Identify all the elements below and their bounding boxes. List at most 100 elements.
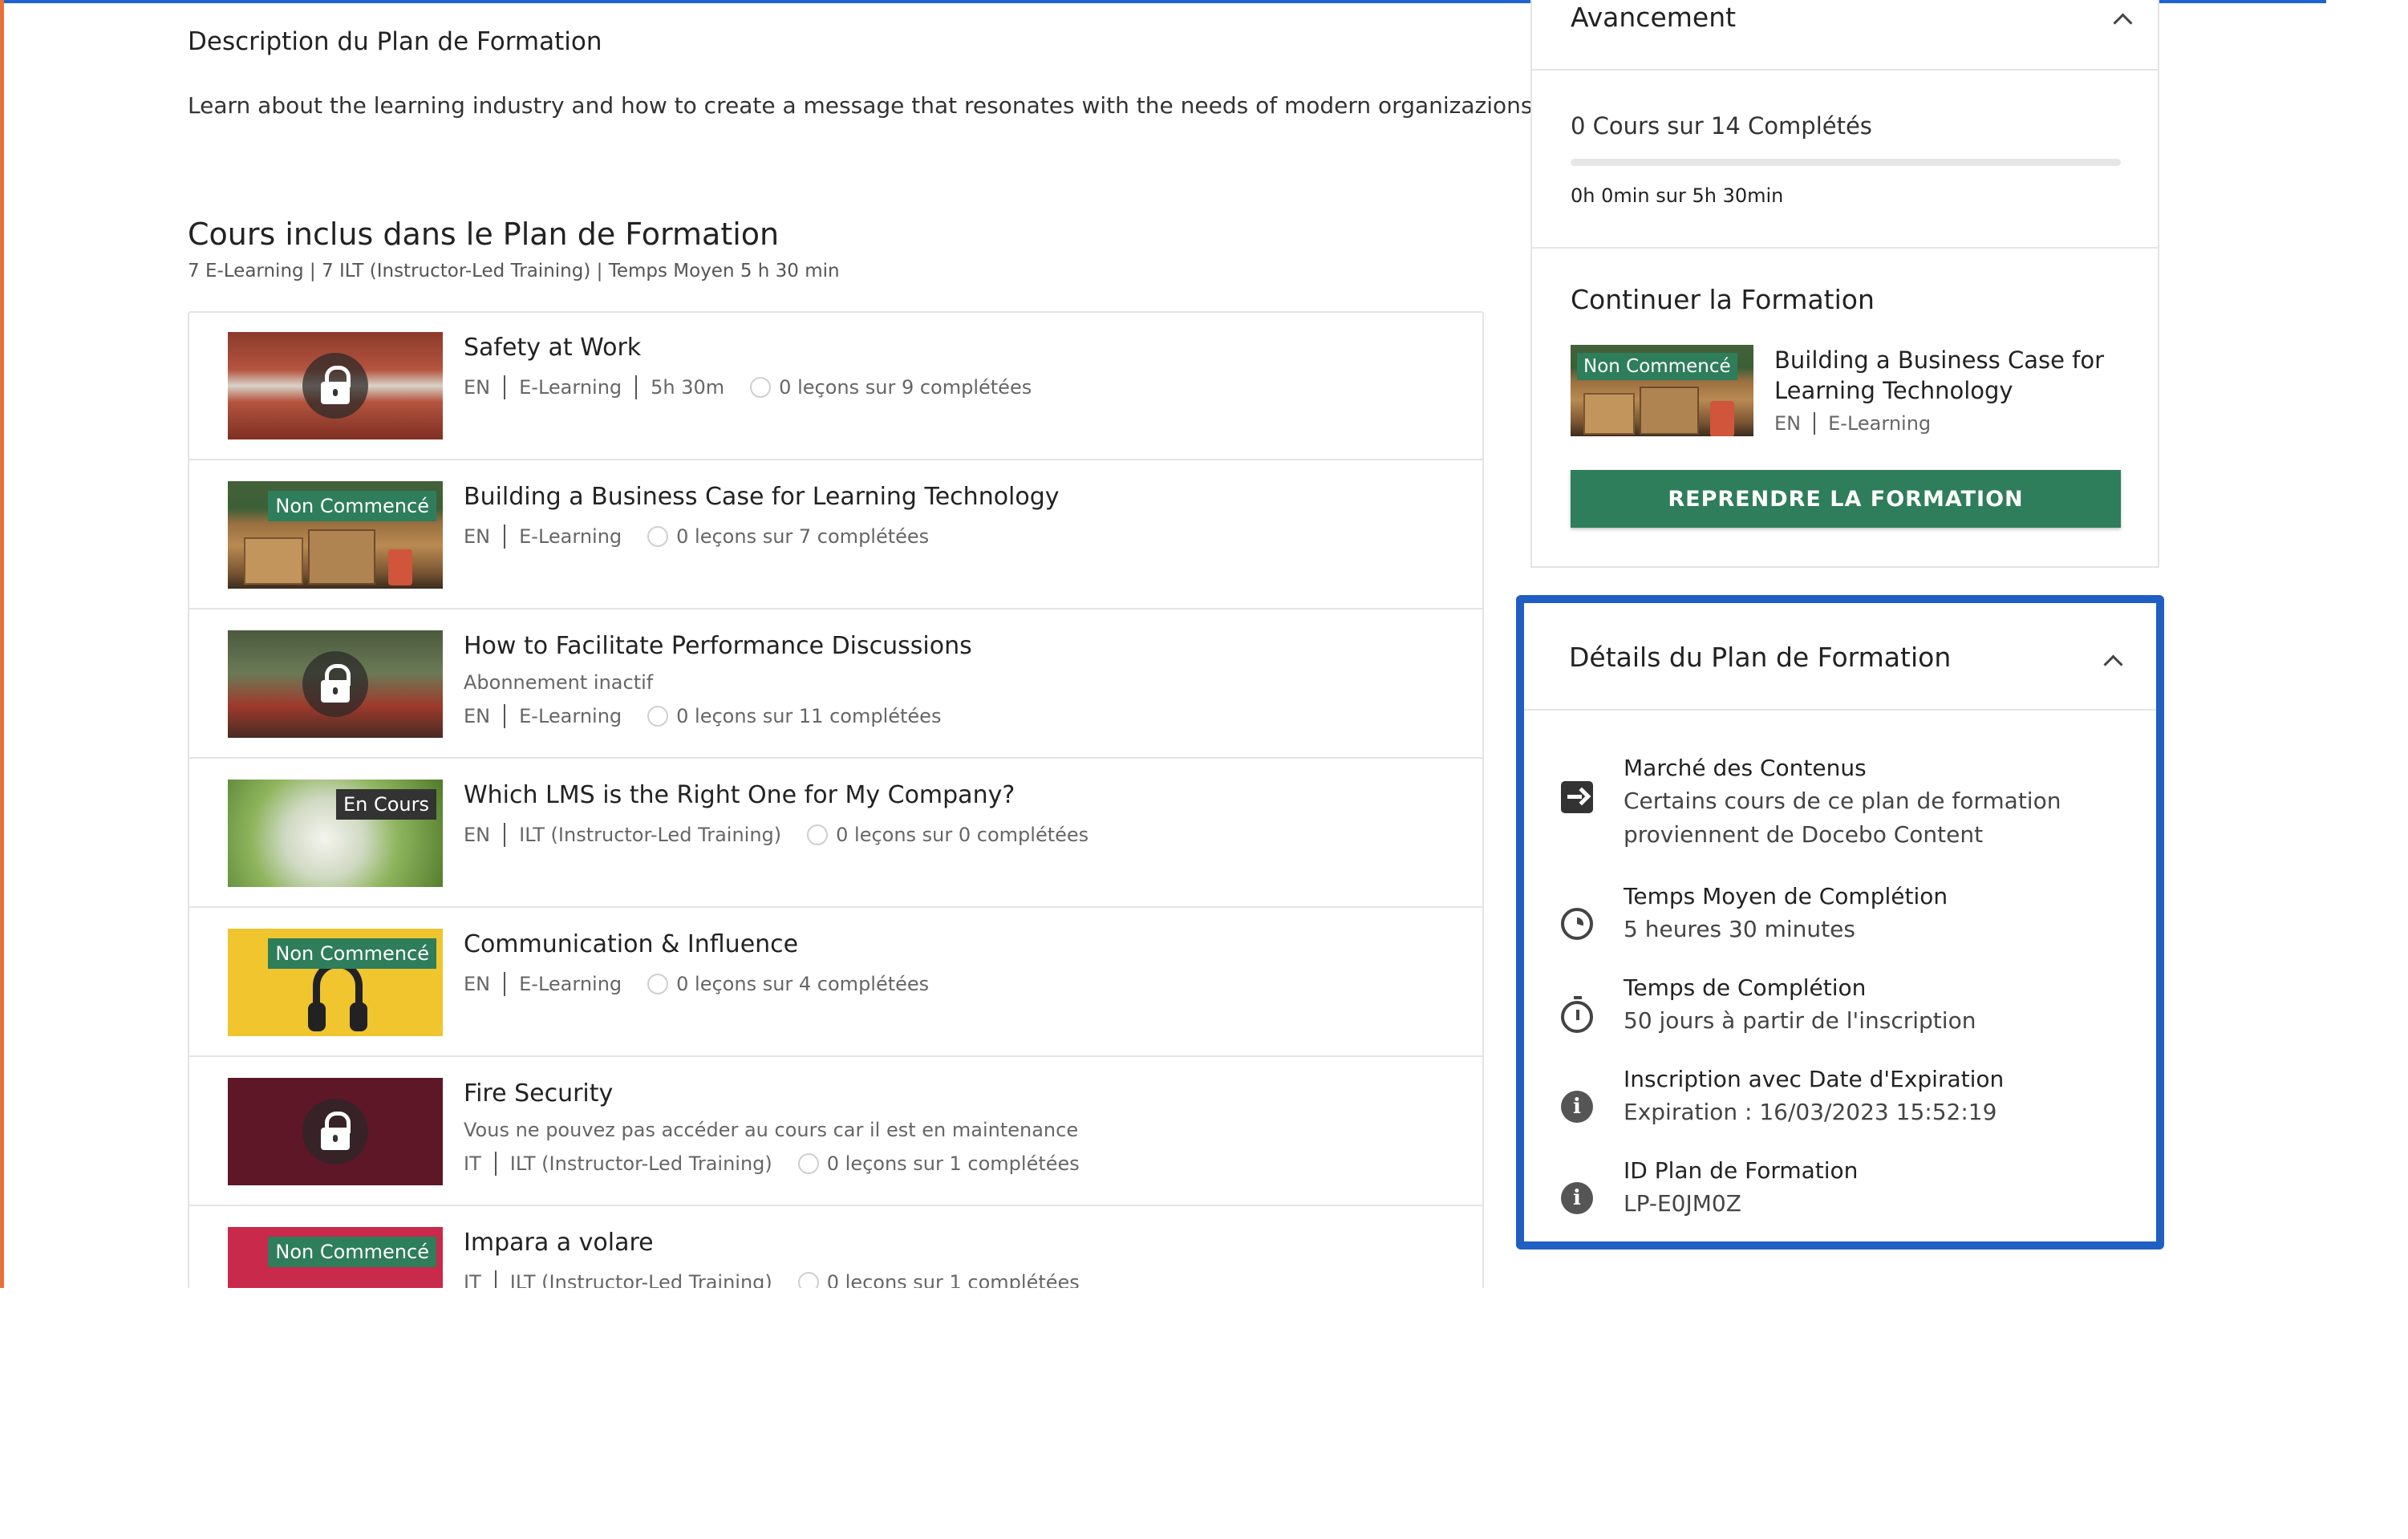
course-thumbnail[interactable]: Non Commencé <box>228 1227 443 1288</box>
detail-value: Expiration : 16/03/2023 15:52:19 <box>1624 1099 1997 1125</box>
course-title[interactable]: Communication & Influence <box>464 930 798 958</box>
status-badge: Non Commencé <box>268 491 436 521</box>
course-title[interactable]: Safety at Work <box>464 334 641 362</box>
course-meta: EN E-Learning 5h 30m 0 leçons sur 9 comp… <box>464 375 1032 399</box>
course-row-communication-influence[interactable]: Non Commencé Communication & Influence E… <box>189 909 1482 1057</box>
course-type: ILT (Instructor-Led Training) <box>519 824 782 846</box>
info-icon: i <box>1561 1091 1593 1123</box>
progress-circle-icon <box>797 1272 819 1288</box>
course-type: E-Learning <box>519 973 622 995</box>
detail-label: Temps de Complétion <box>1624 974 1867 1001</box>
progress-circle-icon <box>797 1153 819 1174</box>
continue-course-title[interactable]: Building a Business Case for Learning Te… <box>1774 345 2119 406</box>
course-type: E-Learning <box>1828 412 1932 435</box>
description-title: Description du Plan de Formation <box>188 27 602 56</box>
time-completed-text: 0h 0min sur 5h 30min <box>1571 184 1784 207</box>
detail-content-marketplace: Marché des Contenus Certains cours de ce… <box>1624 752 2061 852</box>
detail-value: LP-E0JM0Z <box>1624 1190 1741 1217</box>
course-thumbnail[interactable]: Non Commencé <box>228 481 443 589</box>
course-language: EN <box>1774 412 1802 435</box>
progress-bar <box>1571 159 2121 166</box>
card-divider <box>1532 247 2158 249</box>
meta-separator <box>635 375 638 399</box>
clock-icon <box>1561 908 1593 940</box>
course-lessons: 0 leçons sur 4 complétées <box>676 973 930 995</box>
course-language: EN <box>464 376 491 399</box>
detail-label: Inscription avec Date d'Expiration <box>1624 1066 2005 1092</box>
course-meta: EN E-Learning 0 leçons sur 7 complétées <box>464 524 929 549</box>
meta-separator <box>504 823 506 847</box>
course-lessons: 0 leçons sur 11 complétées <box>676 705 942 727</box>
progress-circle-icon <box>807 824 829 845</box>
courses-section-title: Cours inclus dans le Plan de Formation <box>188 217 780 252</box>
resume-training-button[interactable]: REPRENDRE LA FORMATION <box>1571 470 2121 528</box>
details-card-title: Détails du Plan de Formation <box>1569 642 1952 673</box>
course-title[interactable]: How to Facilitate Performance Discussion… <box>464 632 972 660</box>
info-icon: i <box>1561 1182 1593 1214</box>
course-note: Vous ne pouvez pas accéder au cours car … <box>464 1119 1079 1141</box>
course-type: ILT (Instructor-Led Training) <box>509 1152 772 1175</box>
course-language: EN <box>464 705 491 727</box>
course-type: E-Learning <box>519 705 622 727</box>
course-type: ILT (Instructor-Led Training) <box>509 1271 772 1288</box>
detail-value: 50 jours à partir de l'inscription <box>1624 1007 1976 1034</box>
course-language: EN <box>464 824 491 846</box>
description-text: Learn about the learning industry and ho… <box>188 92 1533 119</box>
course-row-which-lms[interactable]: En Cours Which LMS is the Right One for … <box>189 760 1482 908</box>
course-title[interactable]: Which LMS is the Right One for My Compan… <box>464 781 1015 809</box>
chevron-up-icon[interactable] <box>2113 13 2133 33</box>
course-meta: IT ILT (Instructor-Led Training) 0 leçon… <box>464 1152 1080 1176</box>
courses-completed-text: 0 Cours sur 14 Complétés <box>1571 112 1872 140</box>
course-row-business-case[interactable]: Non Commencé Building a Business Case fo… <box>189 462 1482 610</box>
course-language: EN <box>464 973 491 995</box>
course-note: Abonnement inactif <box>464 671 654 694</box>
course-thumbnail[interactable] <box>228 332 443 439</box>
course-thumbnail[interactable]: Non Commencé <box>228 929 443 1036</box>
course-thumbnail[interactable] <box>228 630 443 738</box>
course-language: IT <box>464 1152 481 1175</box>
course-lessons: 0 leçons sur 1 complétées <box>826 1152 1080 1175</box>
course-row-fire-security[interactable]: Fire Security Vous ne pouvez pas accéder… <box>189 1059 1482 1206</box>
detail-completion-time: Temps de Complétion 50 jours à partir de… <box>1624 972 1976 1038</box>
meta-separator <box>504 375 506 399</box>
course-row-performance-discussions[interactable]: How to Facilitate Performance Discussion… <box>189 611 1482 759</box>
course-meta: IT ILT (Instructor-Led Training) 0 leçon… <box>464 1270 1080 1288</box>
detail-value: 5 heures 30 minutes <box>1624 916 1855 942</box>
lock-icon <box>302 353 368 419</box>
course-row-impara-a-volare[interactable]: Non Commencé Impara a volare IT ILT (Ins… <box>189 1208 1482 1288</box>
left-accent-bar <box>0 0 4 1288</box>
details-card: Détails du Plan de Formation Marché des … <box>1516 595 2164 1249</box>
detail-enrollment-expiration: Inscription avec Date d'Expiration Expir… <box>1624 1063 2004 1129</box>
card-divider <box>1532 69 2158 71</box>
course-lessons: 0 leçons sur 7 complétées <box>676 525 930 548</box>
course-row-safety-at-work[interactable]: Safety at Work EN E-Learning 5h 30m 0 le… <box>189 313 1482 460</box>
progress-circle-icon <box>750 377 772 398</box>
status-badge: Non Commencé <box>268 938 436 969</box>
course-thumbnail[interactable]: En Cours <box>228 780 443 887</box>
card-divider <box>1524 709 2156 711</box>
progress-card: Avancement 0 Cours sur 14 Complétés 0h 0… <box>1530 0 2159 568</box>
course-duration: 5h 30m <box>651 376 725 399</box>
lock-icon <box>302 1099 368 1164</box>
course-meta: EN E-Learning 0 leçons sur 4 complétées <box>464 972 929 996</box>
arrow-right-box-icon <box>1561 781 1593 813</box>
status-badge: En Cours <box>335 789 436 820</box>
progress-card-title: Avancement <box>1571 2 1737 33</box>
meta-separator <box>494 1270 497 1288</box>
course-type: E-Learning <box>519 525 622 548</box>
continue-course-thumbnail[interactable]: Non Commencé <box>1571 345 1753 436</box>
course-title[interactable]: Impara a volare <box>464 1229 654 1257</box>
detail-value: Certains cours de ce plan de formation <box>1624 788 2061 814</box>
progress-circle-icon <box>647 974 669 994</box>
course-lessons: 0 leçons sur 0 complétées <box>836 824 1089 846</box>
continue-card-title: Continuer la Formation <box>1571 284 1875 315</box>
course-list: Safety at Work EN E-Learning 5h 30m 0 le… <box>188 311 1484 1288</box>
course-title[interactable]: Fire Security <box>464 1079 613 1108</box>
detail-value: proviennent de Docebo Content <box>1624 821 1984 848</box>
meta-separator <box>494 1152 497 1176</box>
course-thumbnail[interactable] <box>228 1078 443 1185</box>
progress-circle-icon <box>647 706 669 727</box>
timer-icon <box>1561 996 1593 1033</box>
course-title[interactable]: Building a Business Case for Learning Te… <box>464 483 1060 511</box>
chevron-up-icon[interactable] <box>2103 654 2123 674</box>
